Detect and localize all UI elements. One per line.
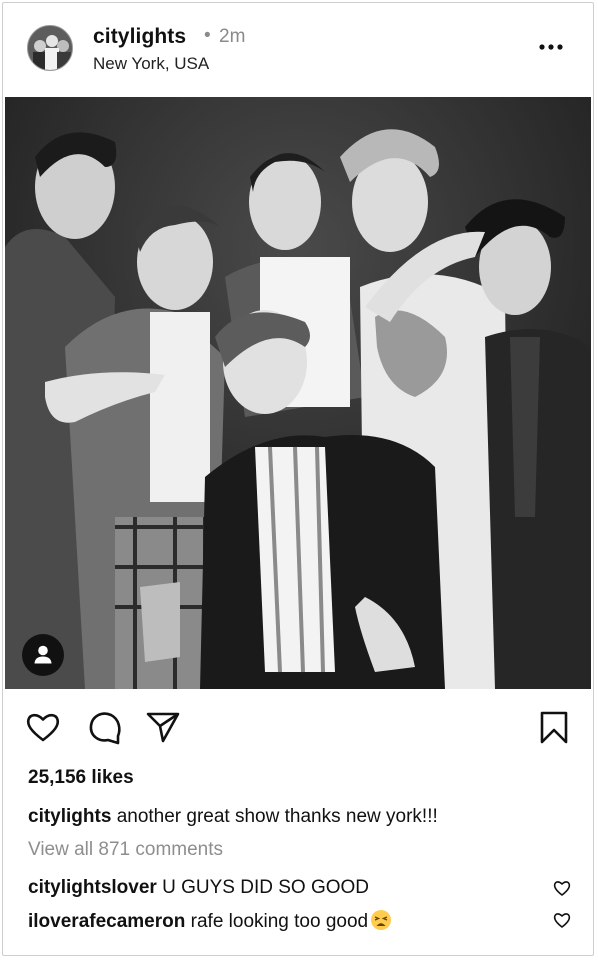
view-all-comments-link[interactable]: View all 871 comments [28,839,223,861]
comment-username[interactable]: iloverafecameron [28,911,185,932]
post-location[interactable]: New York, USA [93,54,209,74]
post-username[interactable]: citylights [93,25,186,49]
paper-plane-icon[interactable] [145,709,181,745]
caption-text: another great show thanks new york!!! [116,806,438,827]
comment-item: citylightslover U GUYS DID SO GOOD [28,877,369,899]
tired-face-emoji [370,909,392,931]
likes-count[interactable]: 25,156 likes [28,767,134,789]
speech-bubble-icon[interactable] [87,709,123,745]
post-caption: citylights another great show thanks new… [28,806,438,828]
comment-username[interactable]: citylightslover [28,877,157,898]
heart-icon[interactable] [25,709,61,745]
avatar-image [28,26,72,70]
comment-text: U GUYS DID SO GOOD [162,877,370,898]
tag-people-button[interactable] [22,634,64,676]
comment-item: iloverafecameron rafe looking too good [28,909,392,933]
post-photo[interactable] [5,97,591,689]
comment-text: rafe looking too good [190,911,369,932]
profile-avatar[interactable] [27,25,73,71]
bookmark-icon[interactable] [536,709,572,745]
post-timestamp: 2m [219,26,246,47]
action-bar [3,703,593,753]
post-header: citylights • 2m New York, USA [3,3,593,95]
more-options-icon[interactable] [539,39,563,50]
group-photo-image [5,97,591,689]
post-card: citylights • 2m New York, USA 25,156 lik… [2,2,594,956]
comment-like-heart-icon[interactable] [553,911,571,929]
separator-dot: • [204,25,211,46]
person-tag-icon [34,645,52,664]
comment-like-heart-icon[interactable] [553,879,571,897]
caption-username[interactable]: citylights [28,806,111,827]
